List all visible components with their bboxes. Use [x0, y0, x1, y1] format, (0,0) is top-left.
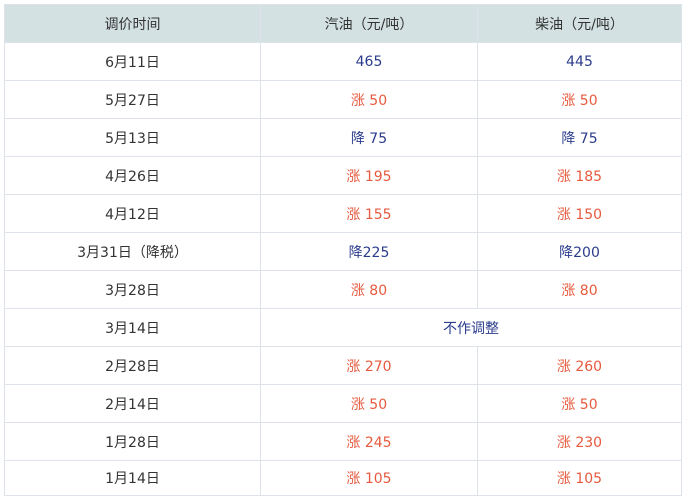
gasoline-cell: 涨 50 [260, 80, 478, 119]
date-cell: 1月14日 [4, 460, 261, 496]
diesel-cell: 涨 50 [477, 80, 682, 119]
header-gasoline: 汽油（元/吨） [260, 4, 478, 43]
table-row: 5月13日 降 75 降 75 [4, 118, 682, 157]
gasoline-cell: 涨 195 [260, 156, 478, 195]
diesel-cell: 涨 105 [477, 460, 682, 496]
diesel-cell: 降200 [477, 232, 682, 271]
table-row: 4月26日 涨 195 涨 185 [4, 156, 682, 195]
diesel-cell: 涨 260 [477, 346, 682, 385]
gasoline-cell: 降225 [260, 232, 478, 271]
gasoline-cell: 降 75 [260, 118, 478, 157]
table-row: 4月12日 涨 155 涨 150 [4, 194, 682, 233]
table-row: 3月31日（降税） 降225 降200 [4, 232, 682, 271]
gasoline-cell: 涨 245 [260, 422, 478, 461]
price-adjustment-table: 调价时间 汽油（元/吨） 柴油（元/吨） 6月11日 465 445 5月27日… [4, 4, 682, 496]
header-date: 调价时间 [4, 4, 261, 43]
date-cell: 4月26日 [4, 156, 261, 195]
date-cell: 2月28日 [4, 346, 261, 385]
diesel-cell: 涨 150 [477, 194, 682, 233]
gasoline-cell: 涨 80 [260, 270, 478, 309]
date-cell: 5月13日 [4, 118, 261, 157]
date-cell: 4月12日 [4, 194, 261, 233]
date-cell: 1月28日 [4, 422, 261, 461]
table-row: 2月28日 涨 270 涨 260 [4, 346, 682, 385]
header-diesel: 柴油（元/吨） [477, 4, 682, 43]
date-cell: 3月31日（降税） [4, 232, 261, 271]
table-row: 1月28日 涨 245 涨 230 [4, 422, 682, 461]
date-cell: 2月14日 [4, 384, 261, 423]
diesel-cell: 涨 230 [477, 422, 682, 461]
table-row: 3月28日 涨 80 涨 80 [4, 270, 682, 309]
date-cell: 6月11日 [4, 42, 261, 81]
diesel-cell: 涨 185 [477, 156, 682, 195]
diesel-cell: 涨 80 [477, 270, 682, 309]
date-cell: 3月14日 [4, 308, 261, 347]
gasoline-cell: 涨 270 [260, 346, 478, 385]
gasoline-cell: 465 [260, 42, 478, 81]
table-row: 1月14日 涨 105 涨 105 [4, 460, 682, 496]
gasoline-cell: 涨 50 [260, 384, 478, 423]
diesel-cell: 445 [477, 42, 682, 81]
table-row: 6月11日 465 445 [4, 42, 682, 81]
no-adjustment-cell: 不作调整 [260, 308, 682, 347]
table-header-row: 调价时间 汽油（元/吨） 柴油（元/吨） [4, 4, 682, 43]
table-row: 3月14日 不作调整 [4, 308, 682, 347]
gasoline-cell: 涨 105 [260, 460, 478, 496]
date-cell: 5月27日 [4, 80, 261, 119]
date-cell: 3月28日 [4, 270, 261, 309]
table-row: 5月27日 涨 50 涨 50 [4, 80, 682, 119]
table-row: 2月14日 涨 50 涨 50 [4, 384, 682, 423]
gasoline-cell: 涨 155 [260, 194, 478, 233]
diesel-cell: 涨 50 [477, 384, 682, 423]
diesel-cell: 降 75 [477, 118, 682, 157]
